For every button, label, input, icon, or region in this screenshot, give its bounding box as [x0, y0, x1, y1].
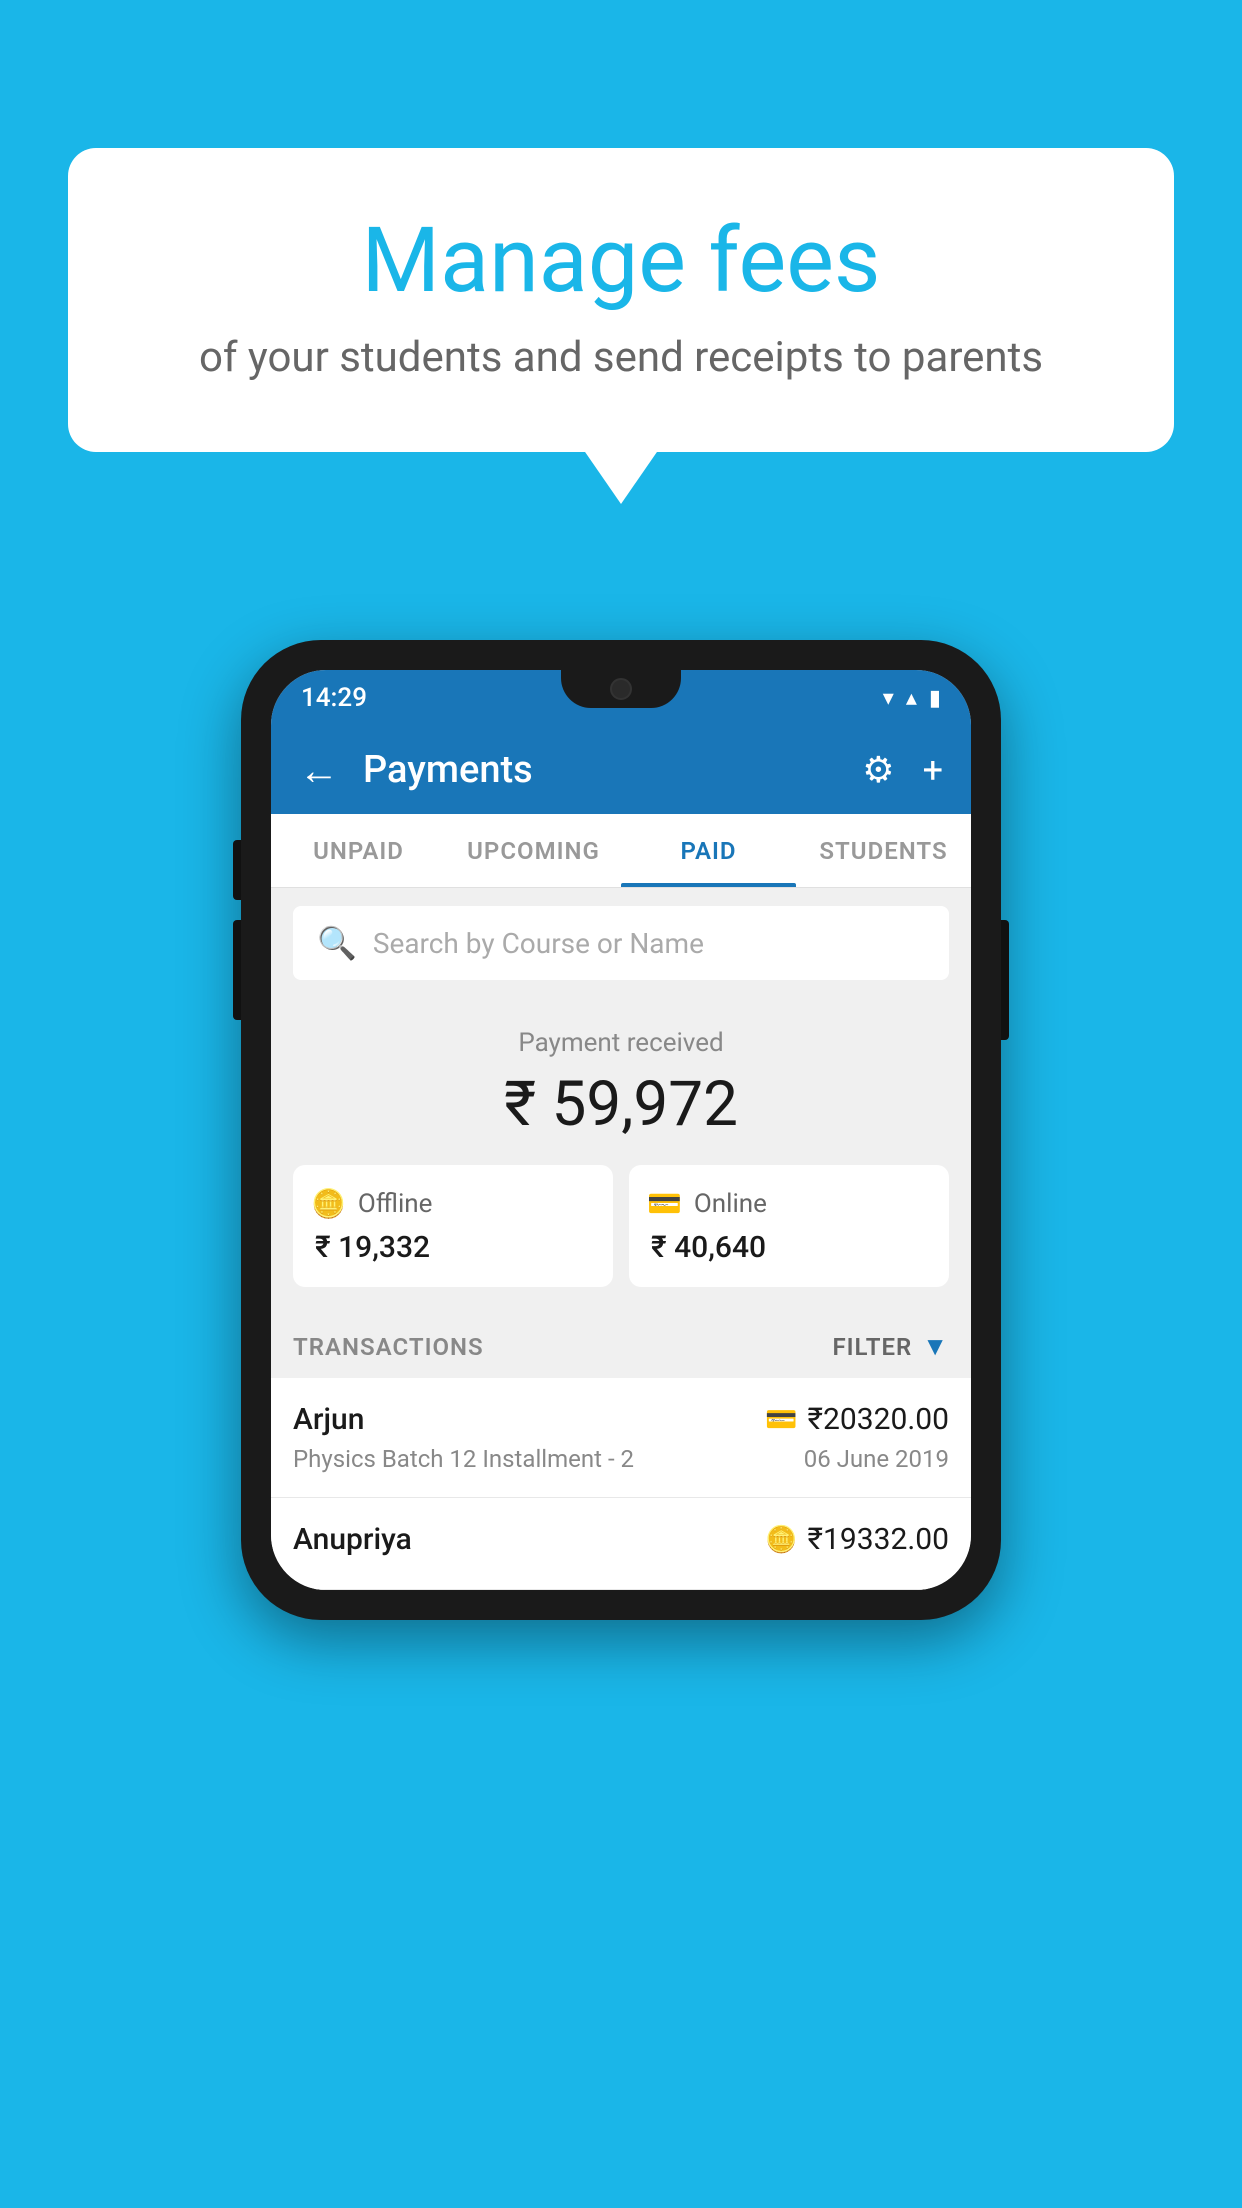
speech-bubble-container: Manage fees of your students and send re…: [68, 148, 1174, 452]
online-card-header: 💳 Online: [647, 1187, 767, 1220]
offline-amount: ₹ 19,332: [311, 1230, 430, 1265]
offline-payment-icon: 🪙: [311, 1187, 346, 1220]
transaction-row-bottom: Physics Batch 12 Installment - 2 06 June…: [293, 1445, 949, 1473]
offline-icon: 🪙: [765, 1525, 797, 1555]
payment-cards: 🪙 Offline ₹ 19,332 💳 Online ₹ 40,640: [293, 1165, 949, 1287]
transaction-amount: ₹20320.00: [808, 1402, 949, 1437]
transaction-date: 06 June 2019: [804, 1445, 949, 1473]
add-payment-button[interactable]: +: [923, 749, 943, 791]
transaction-row[interactable]: Anupriya 🪙 ₹19332.00: [271, 1498, 971, 1590]
signal-icon: ▴: [906, 686, 917, 711]
transaction-amount: ₹19332.00: [808, 1522, 949, 1557]
status-time: 14:29: [301, 683, 367, 713]
back-button[interactable]: ←: [299, 747, 339, 794]
online-payment-icon: 💳: [647, 1187, 682, 1220]
payment-summary: Payment received ₹ 59,972 🪙 Offline ₹ 19…: [271, 998, 971, 1309]
search-placeholder-text: Search by Course or Name: [373, 927, 704, 960]
transaction-row-top: Anupriya 🪙 ₹19332.00: [293, 1522, 949, 1557]
phone-notch: [561, 670, 681, 708]
filter-button[interactable]: FILTER ▼: [832, 1331, 949, 1362]
search-icon: 🔍: [317, 924, 357, 962]
power-button: [1001, 920, 1009, 1040]
transactions-label: TRANSACTIONS: [293, 1333, 484, 1361]
offline-card-header: 🪙 Offline: [311, 1187, 432, 1220]
transaction-amount-wrapper: 💳 ₹20320.00: [765, 1402, 949, 1437]
filter-label: FILTER: [832, 1333, 912, 1361]
online-amount: ₹ 40,640: [647, 1230, 766, 1265]
phone-mockup: 14:29 ▾ ▴ ▮ ← Payments ⚙ +: [241, 640, 1001, 1620]
search-bar[interactable]: 🔍 Search by Course or Name: [293, 906, 949, 980]
volume-button-1: [233, 840, 241, 900]
settings-icon[interactable]: ⚙: [862, 749, 894, 791]
phone-screen: 14:29 ▾ ▴ ▮ ← Payments ⚙ +: [271, 670, 971, 1590]
speech-bubble-title: Manage fees: [118, 208, 1124, 313]
status-icons: ▾ ▴ ▮: [883, 686, 941, 711]
online-label: Online: [694, 1189, 767, 1219]
battery-icon: ▮: [929, 686, 941, 711]
transaction-row[interactable]: Arjun 💳 ₹20320.00 Physics Batch 12 Insta…: [271, 1378, 971, 1498]
payment-total-amount: ₹ 59,972: [293, 1068, 949, 1141]
wifi-icon: ▾: [883, 686, 894, 711]
filter-icon: ▼: [922, 1331, 949, 1362]
background: Manage fees of your students and send re…: [0, 0, 1242, 2208]
tabs-bar: UNPAID UPCOMING PAID STUDENTS: [271, 814, 971, 888]
search-container: 🔍 Search by Course or Name: [271, 888, 971, 998]
offline-payment-card: 🪙 Offline ₹ 19,332: [293, 1165, 613, 1287]
transaction-row-top: Arjun 💳 ₹20320.00: [293, 1402, 949, 1437]
transaction-amount-wrapper: 🪙 ₹19332.00: [765, 1522, 949, 1557]
front-camera: [610, 678, 632, 700]
transaction-name: Anupriya: [293, 1522, 412, 1557]
online-icon: 💳: [765, 1405, 797, 1435]
volume-button-2: [233, 920, 241, 1020]
speech-bubble: Manage fees of your students and send re…: [68, 148, 1174, 452]
transaction-name: Arjun: [293, 1402, 364, 1437]
app-header: ← Payments ⚙ +: [271, 726, 971, 814]
transaction-list: Arjun 💳 ₹20320.00 Physics Batch 12 Insta…: [271, 1378, 971, 1590]
transaction-course: Physics Batch 12 Installment - 2: [293, 1445, 634, 1473]
online-payment-card: 💳 Online ₹ 40,640: [629, 1165, 949, 1287]
offline-label: Offline: [358, 1189, 433, 1219]
payment-received-label: Payment received: [293, 1028, 949, 1058]
header-title: Payments: [363, 748, 838, 792]
tab-paid[interactable]: PAID: [621, 814, 796, 887]
speech-bubble-subtitle: of your students and send receipts to pa…: [118, 333, 1124, 382]
tab-unpaid[interactable]: UNPAID: [271, 814, 446, 887]
header-actions: ⚙ +: [862, 749, 943, 791]
tab-students[interactable]: STUDENTS: [796, 814, 971, 887]
transactions-header: TRANSACTIONS FILTER ▼: [271, 1309, 971, 1378]
tab-upcoming[interactable]: UPCOMING: [446, 814, 621, 887]
